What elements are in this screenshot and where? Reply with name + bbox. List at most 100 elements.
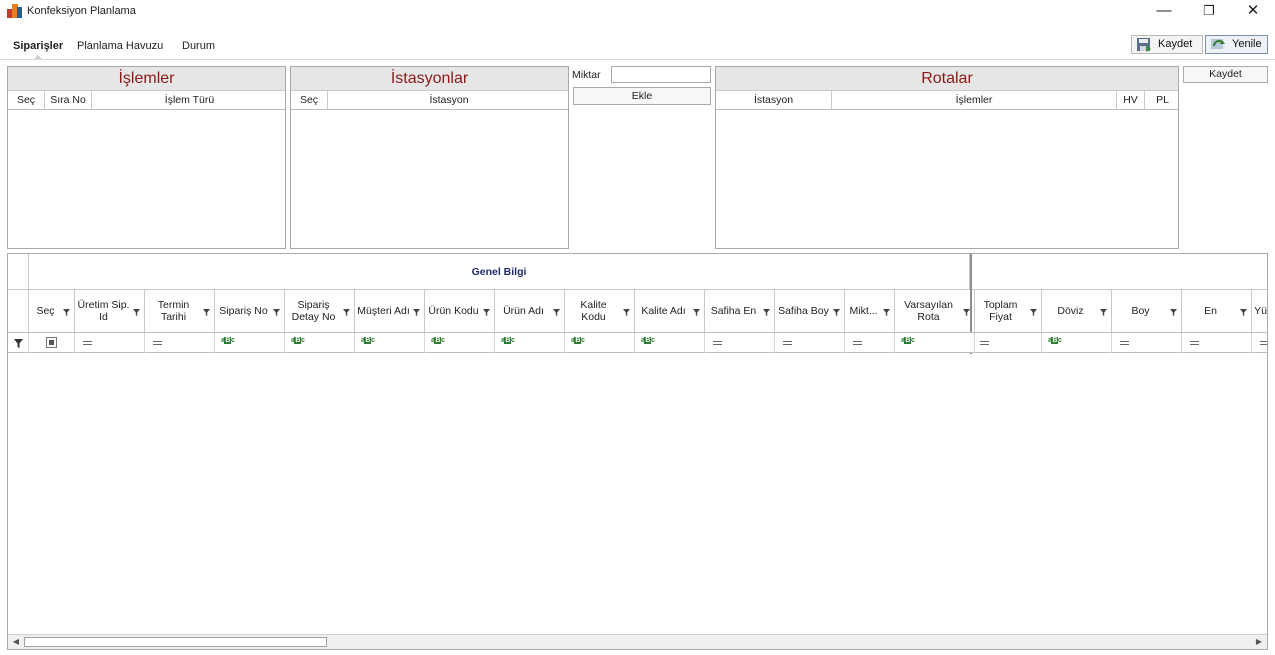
filter-cell-11[interactable] (775, 333, 845, 353)
grid-col-12[interactable]: Mikt... (845, 290, 895, 333)
grid-col-18[interactable]: Yü (1252, 290, 1267, 333)
rotalar-col-hv[interactable]: HV (1117, 91, 1145, 110)
abc-icon[interactable]: aBc (431, 337, 445, 344)
grid-col-6[interactable]: Ürün Kodu (425, 290, 495, 333)
column-filter-funnel-icon[interactable] (413, 309, 420, 316)
istasyonlar-col-istasyon[interactable]: İstasyon (328, 91, 568, 110)
grid-col-3[interactable]: Sipariş No (215, 290, 285, 333)
grid-col-1[interactable]: Üretim Sip. Id (75, 290, 145, 333)
restore-icon[interactable]: ❐ (1187, 0, 1231, 22)
abc-icon[interactable]: aBc (571, 337, 585, 344)
grid-col-17[interactable]: En (1182, 290, 1252, 333)
column-filter-funnel-icon[interactable] (1170, 309, 1177, 316)
equals-icon[interactable] (1190, 341, 1199, 345)
grid-col-16[interactable]: Boy (1112, 290, 1182, 333)
scroll-left-icon[interactable]: ◀ (9, 636, 23, 648)
column-filter-funnel-icon[interactable] (963, 309, 970, 316)
abc-icon[interactable]: aBc (291, 337, 305, 344)
column-filter-funnel-icon[interactable] (203, 309, 210, 316)
grid-col-8[interactable]: Kalite Kodu (565, 290, 635, 333)
abc-icon[interactable]: aBc (901, 337, 915, 344)
equals-icon[interactable] (153, 341, 162, 345)
equals-icon[interactable] (713, 341, 722, 345)
scroll-right-icon[interactable]: ▶ (1252, 636, 1266, 648)
grid-col-13[interactable]: Varsayılan Rota (895, 290, 975, 333)
equals-icon[interactable] (83, 341, 92, 345)
abc-icon[interactable]: aBc (361, 337, 375, 344)
column-filter-funnel-icon[interactable] (1030, 309, 1037, 316)
islemler-col-islem-turu[interactable]: İşlem Türü (92, 91, 285, 110)
column-filter-funnel-icon[interactable] (883, 309, 890, 316)
filter-cell-17[interactable] (1182, 333, 1252, 353)
refresh-button[interactable]: Yenile (1205, 35, 1268, 54)
islemler-col-sira-no[interactable]: Sıra No (45, 91, 92, 110)
filter-cell-10[interactable] (705, 333, 775, 353)
grid-col-4[interactable]: Sipariş Detay No (285, 290, 355, 333)
filter-cell-1[interactable] (75, 333, 145, 353)
column-filter-funnel-icon[interactable] (1240, 309, 1247, 316)
abc-icon[interactable]: aBc (221, 337, 235, 344)
miktar-input[interactable] (611, 66, 711, 83)
column-filter-funnel-icon[interactable] (343, 309, 350, 316)
istasyonlar-col-sec[interactable]: Seç (291, 91, 328, 110)
grid-col-2[interactable]: Termin Tarihi (145, 290, 215, 333)
column-filter-funnel-icon[interactable] (273, 309, 280, 316)
rotalar-save-button[interactable]: Kaydet (1183, 66, 1268, 83)
abc-icon[interactable]: aBc (1048, 337, 1062, 344)
minimize-icon[interactable]: — (1142, 0, 1186, 22)
filter-cell-9[interactable]: aBc (635, 333, 705, 353)
grid-col-10[interactable]: Safiha En (705, 290, 775, 333)
column-filter-funnel-icon[interactable] (833, 309, 840, 316)
column-filter-funnel-icon[interactable] (623, 309, 630, 316)
filter-cell-6[interactable]: aBc (425, 333, 495, 353)
grid-col-7[interactable]: Ürün Adı (495, 290, 565, 333)
filter-checkbox[interactable] (46, 337, 57, 348)
filter-cell-13[interactable]: aBc (895, 333, 975, 353)
filter-cell-5[interactable]: aBc (355, 333, 425, 353)
filter-cell-12[interactable] (845, 333, 895, 353)
column-filter-funnel-icon[interactable] (1100, 309, 1107, 316)
filter-cell-0[interactable] (29, 333, 75, 353)
rotalar-col-pl[interactable]: PL (1145, 91, 1178, 110)
equals-icon[interactable] (1120, 341, 1129, 345)
rotalar-col-islemler[interactable]: İşlemler (832, 91, 1117, 110)
equals-icon[interactable] (783, 341, 792, 345)
islemler-title: İşlemler (8, 67, 285, 91)
grid-col-5[interactable]: Müşteri Adı (355, 290, 425, 333)
filter-cell-18[interactable] (1252, 333, 1267, 353)
tab-planlama-havuzu[interactable]: Planlama Havuzu (77, 40, 163, 52)
column-filter-funnel-icon[interactable] (483, 309, 490, 316)
filter-cell-15[interactable]: aBc (1042, 333, 1112, 353)
grid-col-11[interactable]: Safiha Boy (775, 290, 845, 333)
abc-icon[interactable]: aBc (641, 337, 655, 344)
save-button[interactable]: Kaydet (1131, 35, 1203, 54)
ekle-button[interactable]: Ekle (573, 87, 711, 105)
filter-cell-8[interactable]: aBc (565, 333, 635, 353)
scrollbar-thumb[interactable] (24, 637, 327, 647)
filter-cell-2[interactable] (145, 333, 215, 353)
filter-cell-3[interactable]: aBc (215, 333, 285, 353)
abc-icon[interactable]: aBc (501, 337, 515, 344)
column-filter-funnel-icon[interactable] (133, 309, 140, 316)
column-filter-funnel-icon[interactable] (63, 309, 70, 316)
equals-icon[interactable] (1260, 341, 1267, 345)
grid-col-14[interactable]: Toplam Fiyat (972, 290, 1042, 333)
filter-cell-7[interactable]: aBc (495, 333, 565, 353)
filter-cell-16[interactable] (1112, 333, 1182, 353)
equals-icon[interactable] (980, 341, 989, 345)
column-filter-funnel-icon[interactable] (763, 309, 770, 316)
tab-siparisler[interactable]: Siparişler (13, 40, 63, 52)
filter-cell-14[interactable] (972, 333, 1042, 353)
grid-col-15[interactable]: Döviz (1042, 290, 1112, 333)
grid-col-9[interactable]: Kalite Adı (635, 290, 705, 333)
column-filter-funnel-icon[interactable] (553, 309, 560, 316)
filter-cell-4[interactable]: aBc (285, 333, 355, 353)
horizontal-scrollbar[interactable]: ◀ ▶ (8, 634, 1267, 649)
rotalar-col-istasyon[interactable]: İstasyon (716, 91, 832, 110)
tab-durum[interactable]: Durum (182, 40, 215, 52)
equals-icon[interactable] (853, 341, 862, 345)
close-icon[interactable]: ✕ (1231, 0, 1275, 22)
column-filter-funnel-icon[interactable] (693, 309, 700, 316)
islemler-col-sec[interactable]: Seç (8, 91, 45, 110)
grid-col-0[interactable]: Seç (29, 290, 75, 333)
